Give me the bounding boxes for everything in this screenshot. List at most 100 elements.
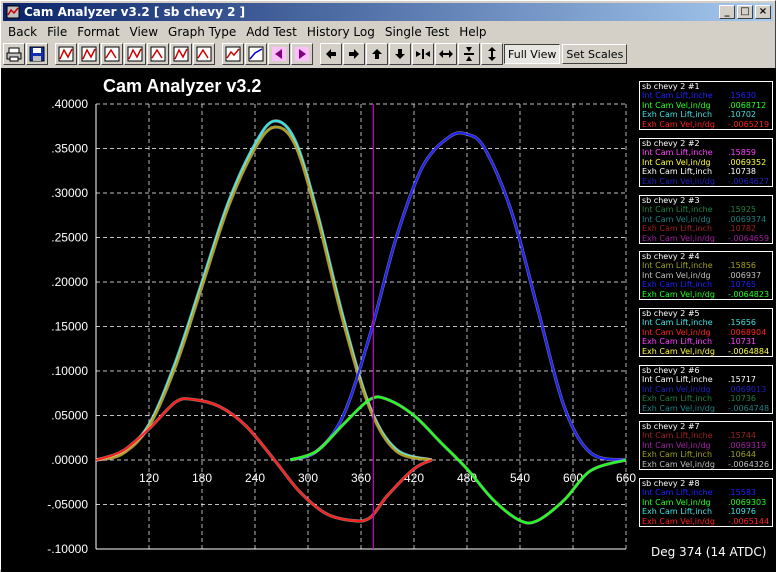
legend-row: Exh Cam Lift,inch .10736 <box>640 394 772 403</box>
compress-vertical-button[interactable] <box>458 43 480 65</box>
legend-row: Int Cam Lift,inche .15583 <box>640 488 772 497</box>
legend-row: Exh Cam Vel,in/dg -.0065144 <box>640 517 772 526</box>
legend-label: Int Cam Lift,inche <box>642 261 713 271</box>
y-tick-label: .25000 <box>51 231 88 245</box>
chart-view-4-icon <box>127 46 143 62</box>
legend-value: -.0064884 <box>728 346 770 356</box>
chart-line-button[interactable] <box>222 43 244 65</box>
y-tick-label: .05000 <box>51 409 88 423</box>
set-scales-button[interactable]: Set Scales <box>562 44 628 64</box>
legend-value: .15856 <box>728 261 756 271</box>
y-tick-label: .15000 <box>51 320 88 334</box>
print-button[interactable] <box>3 43 25 65</box>
menu-view[interactable]: View <box>125 25 163 39</box>
next-button[interactable] <box>291 43 313 65</box>
menu-graph-type[interactable]: Graph Type <box>163 25 241 39</box>
full-view-button[interactable]: Full View <box>504 44 561 64</box>
legend-value: .10736 <box>728 394 756 404</box>
legend-panel-6[interactable]: sb chevy 2 #6 Int Cam Lift,inche .15717 Int… <box>639 365 773 415</box>
legend-value: .15717 <box>728 375 756 385</box>
legend-value: -.0064627 <box>728 176 770 186</box>
legend-value: .10644 <box>728 450 756 460</box>
legend-row: Exh Cam Lift,inch .10738 <box>640 167 772 176</box>
legend-value: .0068904 <box>728 327 767 337</box>
chart-view-5-button[interactable] <box>147 43 169 65</box>
minimize-button[interactable]: _ <box>719 5 735 19</box>
chart-view-6-button[interactable] <box>170 43 192 65</box>
legend-value: .0068712 <box>728 100 767 110</box>
legend-label: Int Cam Lift,inche <box>642 91 713 101</box>
x-tick-label: 660 <box>616 471 636 485</box>
chart-view-4-button[interactable] <box>124 43 146 65</box>
arrow-left-button[interactable] <box>320 43 342 65</box>
compress-horizontal-button[interactable] <box>412 43 434 65</box>
legend-panel-header: sb chevy 2 #1 <box>642 82 700 91</box>
arrow-down-button[interactable] <box>389 43 411 65</box>
compress-horizontal-icon <box>416 49 430 59</box>
expand-horizontal-button[interactable] <box>435 43 457 65</box>
menu-single-test[interactable]: Single Test <box>380 25 454 39</box>
chart-view-1-button[interactable] <box>55 43 77 65</box>
next-icon <box>295 47 309 61</box>
prev-button[interactable] <box>268 43 290 65</box>
expand-vertical-button[interactable] <box>481 43 503 65</box>
legend-panel-header: sb chevy 2 #6 <box>642 366 700 375</box>
legend-value: .15744 <box>728 431 756 441</box>
legend-row: Int Cam Lift,inche .15717 <box>640 375 772 384</box>
window-title: Cam Analyzer v3.2 [ sb chevy 2 ] <box>24 5 246 19</box>
x-tick-label: 120 <box>139 471 159 485</box>
chart-view-7-button[interactable] <box>193 43 215 65</box>
app-icon <box>6 5 20 19</box>
chart-up-button[interactable] <box>245 43 267 65</box>
menu-history-log[interactable]: History Log <box>302 25 380 39</box>
printer-icon <box>6 47 22 62</box>
legend-value: -.0064659 <box>728 233 770 243</box>
save-button[interactable] <box>26 43 48 65</box>
legend-label: Int Cam Vel,in/dg <box>642 497 711 507</box>
legend-label: Exh Cam Vel,in/dg <box>642 233 715 243</box>
maximize-button[interactable]: □ <box>737 5 753 19</box>
legend-panel-3[interactable]: sb chevy 2 #3 Int Cam Lift,inche .15925 Int… <box>639 195 773 245</box>
legend-value: .10782 <box>728 224 756 234</box>
legend-row: Exh Cam Vel,in/dg -.0064884 <box>640 347 772 356</box>
legend-value: -.0065219 <box>728 119 770 129</box>
legend-value: .10976 <box>728 507 756 517</box>
legend-row: Int Cam Vel,in/dg .0068904 <box>640 328 772 337</box>
legend-label: Int Cam Vel,in/dg <box>642 100 711 110</box>
legend-label: Exh Cam Vel,in/dg <box>642 403 715 413</box>
legend-panel-2[interactable]: sb chevy 2 #2 Int Cam Lift,inche .15859 Int… <box>639 138 773 188</box>
legend-label: Exh Cam Lift,inch <box>642 394 713 404</box>
menu-file[interactable]: File <box>42 25 72 39</box>
arrow-right-icon <box>349 49 359 59</box>
legend-row: Exh Cam Lift,inch .10765 <box>640 280 772 289</box>
legend-row: Exh Cam Lift,inch .10731 <box>640 337 772 346</box>
series-line-3 <box>289 131 627 462</box>
legend-value: .15859 <box>728 148 756 158</box>
menu-help[interactable]: Help <box>454 25 491 39</box>
toolbar: Full View Set Scales <box>3 42 773 66</box>
legend-panel-7[interactable]: sb chevy 2 #7 Int Cam Lift,inche .15744 Int… <box>639 421 773 471</box>
menu-back[interactable]: Back <box>3 25 42 39</box>
arrow-up-button[interactable] <box>366 43 388 65</box>
legend-label: Exh Cam Vel,in/dg <box>642 459 715 469</box>
legend-label: Exh Cam Vel,in/dg <box>642 289 715 299</box>
legend-panel-1[interactable]: sb chevy 2 #1 Int Cam Lift,inche .15630 Int… <box>639 81 773 131</box>
close-button[interactable]: × <box>755 5 771 19</box>
series-glow <box>289 131 627 462</box>
menu-add-test[interactable]: Add Test <box>241 25 302 39</box>
chart-view-3-button[interactable] <box>101 43 123 65</box>
legend-panel-8[interactable]: sb chevy 2 #8 Int Cam Lift,inche .15583 Int… <box>639 478 773 528</box>
chart-view-2-button[interactable] <box>78 43 100 65</box>
menu-format[interactable]: Format <box>72 25 124 39</box>
title-bar[interactable]: Cam Analyzer v3.2 [ sb chevy 2 ] _ □ × <box>3 3 773 21</box>
legend-row: Exh Cam Lift,inch .10782 <box>640 224 772 233</box>
arrow-right-button[interactable] <box>343 43 365 65</box>
legend-row: Exh Cam Vel,in/dg -.0064326 <box>640 460 772 469</box>
y-tick-label: .10000 <box>51 364 88 378</box>
legend-panel-header: sb chevy 2 #2 <box>642 139 700 148</box>
legend-value: .0069013 <box>728 384 767 394</box>
legend-label: Exh Cam Vel,in/dg <box>642 516 715 526</box>
legend-panel-5[interactable]: sb chevy 2 #5 Int Cam Lift,inche .15656 Int… <box>639 308 773 358</box>
save-icon <box>29 46 45 62</box>
legend-panel-4[interactable]: sb chevy 2 #4 Int Cam Lift,inche .15856 Int… <box>639 251 773 301</box>
